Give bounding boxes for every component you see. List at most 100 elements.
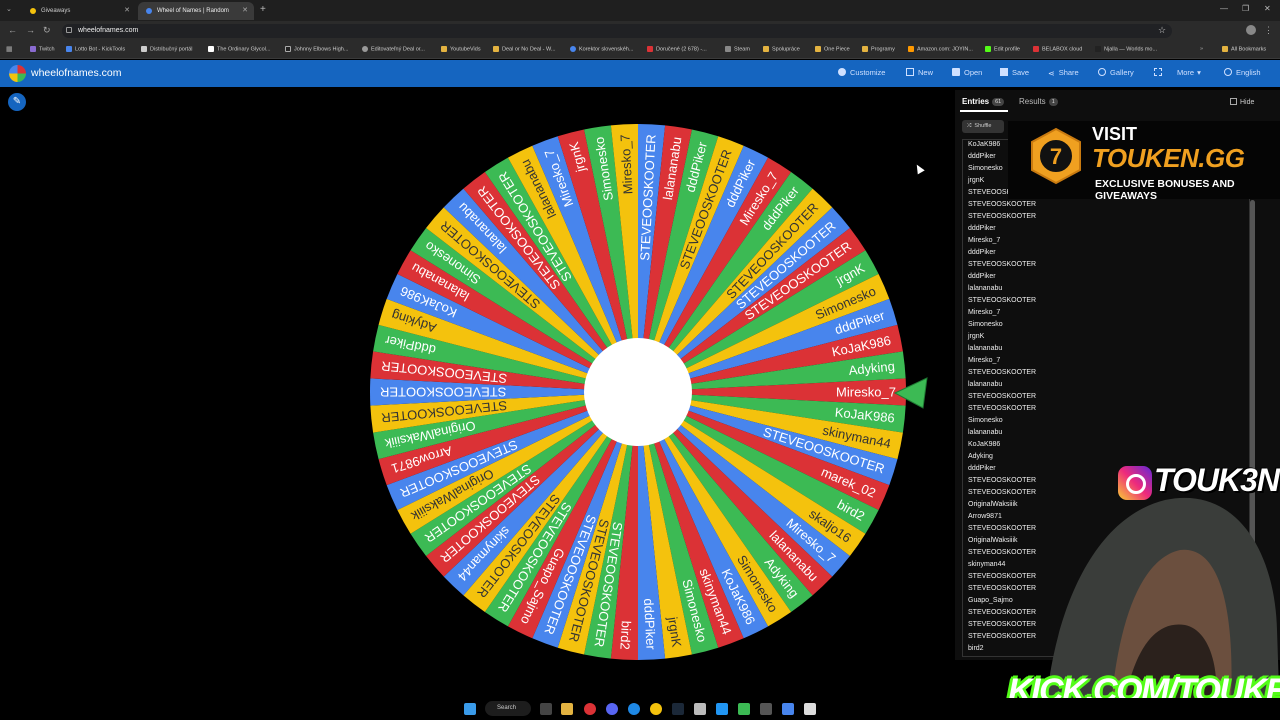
entry-line: Simonesko (968, 417, 1003, 424)
bookmark-item[interactable]: The Ordinary Glycol... (208, 46, 271, 52)
wheel-slice-label: dddPiker (641, 598, 659, 651)
chrome-icon[interactable] (584, 703, 596, 715)
discord-icon[interactable] (606, 703, 618, 715)
bookmark-item[interactable]: Lotto Bot - KickTools (66, 46, 125, 52)
file-icon (906, 68, 914, 76)
task-view-icon[interactable] (540, 703, 552, 715)
svg-text:7: 7 (1050, 144, 1062, 169)
tab-search-icon[interactable]: ⌄ (6, 5, 12, 13)
globe-icon (1224, 68, 1232, 76)
wheel-slice-label: STEVEOOSKOOTER (380, 385, 506, 400)
close-tab-icon[interactable]: ✕ (124, 6, 130, 14)
app-icon[interactable] (738, 703, 750, 715)
tab-label: Giveaways (41, 8, 71, 14)
instagram-handle: TOUK3N (1154, 462, 1280, 498)
site-info-icon[interactable] (66, 27, 72, 33)
share-button[interactable]: ⋖ Share (1048, 68, 1079, 78)
bookmark-item[interactable]: Njalla — Worlds mo... (1095, 46, 1157, 52)
more-menu-button[interactable]: More ▾ (1177, 68, 1201, 77)
bookmark-item[interactable]: Deal or No Deal - W... (493, 46, 556, 52)
bookmark-item[interactable]: Distribučný portál (141, 46, 193, 52)
bookmark-item[interactable]: Programy (862, 46, 895, 52)
bookmark-item[interactable]: YoutubeVids (441, 46, 481, 52)
hide-checkbox[interactable]: Hide (1230, 98, 1254, 106)
tab-results[interactable]: Results 1 (1019, 97, 1058, 106)
maximize-icon[interactable]: ❐ (1242, 4, 1249, 13)
forward-icon[interactable]: → (26, 25, 35, 35)
browser-tab-giveaways[interactable]: Giveaways ✕ (22, 2, 136, 20)
wheel-center-hub[interactable] (584, 338, 692, 446)
taskbar-search[interactable]: Search (485, 701, 531, 716)
mouse-cursor-icon (913, 162, 925, 175)
chrome-active-icon[interactable] (650, 703, 662, 715)
close-tab-icon[interactable]: ✕ (242, 6, 248, 14)
entry-line: STEVEOOSKOOTER (968, 297, 1037, 304)
fullscreen-button[interactable] (1154, 68, 1166, 77)
more-bookmarks-icon[interactable]: » (1200, 46, 1203, 52)
entry-line: OriginalWaksiiik (968, 501, 1018, 508)
app-icon[interactable] (782, 703, 794, 715)
entry-line: Simonesko (968, 321, 1003, 328)
app-icon[interactable] (760, 703, 772, 715)
wheel-logo-icon[interactable] (9, 65, 26, 82)
bookmark-item[interactable]: Amazon.com: JOYIN... (908, 46, 973, 52)
bookmark-item[interactable]: Steam (725, 46, 750, 52)
gallery-button[interactable]: Gallery (1098, 68, 1134, 77)
checkbox-icon (1230, 98, 1237, 105)
new-tab-button[interactable]: + (260, 4, 266, 15)
app-icon[interactable] (694, 703, 706, 715)
bookmark-item[interactable]: One Piece (815, 46, 850, 52)
browser-menu-icon[interactable]: ⋮ (1264, 25, 1273, 36)
browser-tab-wheel[interactable]: Wheel of Names | Random ✕ (138, 2, 254, 20)
tab-entries[interactable]: Entries 61 (962, 97, 1005, 106)
file-explorer-icon[interactable] (561, 703, 573, 715)
new-button[interactable]: New (906, 68, 933, 77)
apps-grid-icon[interactable]: ▦ (6, 45, 13, 53)
save-icon (1000, 68, 1008, 76)
edge-icon[interactable] (628, 703, 640, 715)
entry-line: OriginalWaksiiik (968, 537, 1018, 544)
app-header (0, 60, 1280, 87)
entry-line: Adyking (968, 453, 993, 460)
bookmark-item[interactable]: Editovateľný Deal or... (362, 46, 425, 52)
app-icon[interactable] (804, 703, 816, 715)
profile-avatar[interactable] (1246, 25, 1256, 35)
save-button[interactable]: Save (1000, 68, 1029, 77)
customize-button[interactable]: Customize (838, 68, 885, 77)
search-icon (1098, 68, 1106, 76)
bookmark-item[interactable]: Edit profile (985, 46, 1020, 52)
folder-icon (952, 68, 960, 76)
bookmark-item[interactable]: BELABOX cloud (1033, 46, 1082, 52)
language-button[interactable]: English (1224, 68, 1261, 77)
bookmark-star-icon[interactable]: ☆ (1158, 25, 1166, 36)
back-icon[interactable]: ← (8, 25, 17, 35)
entry-line: STEVEOOSKOOTER (968, 213, 1037, 220)
bookmark-item[interactable]: Twitch (30, 46, 55, 52)
site-name[interactable]: wheelofnames.com (31, 67, 121, 79)
shuffle-button[interactable]: ⤮ Shuffle (962, 120, 1004, 133)
bookmark-item[interactable]: Doručené (2 678) -... (647, 46, 707, 52)
entry-line: STEVEOOSKOOTER (968, 393, 1037, 400)
bookmark-item[interactable]: Korektor slovenskéh... (570, 46, 633, 52)
address-bar[interactable]: wheelofnames.com (62, 24, 1172, 38)
close-window-icon[interactable]: ✕ (1264, 4, 1271, 13)
entry-line: skinyman44 (968, 561, 1006, 568)
entry-line: Arrow9871 (968, 513, 1002, 520)
minimize-icon[interactable]: — (1220, 4, 1228, 13)
active-tab-indicator (960, 110, 1008, 112)
bookmark-item[interactable]: Johnny Elbows High... (285, 46, 348, 52)
open-button[interactable]: Open (952, 68, 982, 77)
bookmark-item[interactable]: Spolupráce (763, 46, 800, 52)
wheel-svg[interactable]: Miresko_7KoJaK986skinyman44STEVEOOSKOOTE… (368, 122, 908, 662)
entry-line: STEVEOOSKOOTER (968, 405, 1037, 412)
entry-line: dddPiker (968, 273, 996, 280)
all-bookmarks[interactable]: All Bookmarks (1222, 46, 1266, 52)
wheel[interactable]: Miresko_7 KoJaK986 skinyman44 STEVEOOSKOOTE… (368, 122, 908, 662)
edit-pencil-button[interactable]: ✎ (8, 93, 26, 111)
steam-icon[interactable] (672, 703, 684, 715)
entry-line: STEVEOOSKOOTER (968, 261, 1037, 268)
entry-line: dddPiker (968, 249, 996, 256)
reload-icon[interactable]: ↻ (43, 25, 51, 36)
windows-start-icon[interactable] (464, 703, 476, 715)
app-icon[interactable] (716, 703, 728, 715)
